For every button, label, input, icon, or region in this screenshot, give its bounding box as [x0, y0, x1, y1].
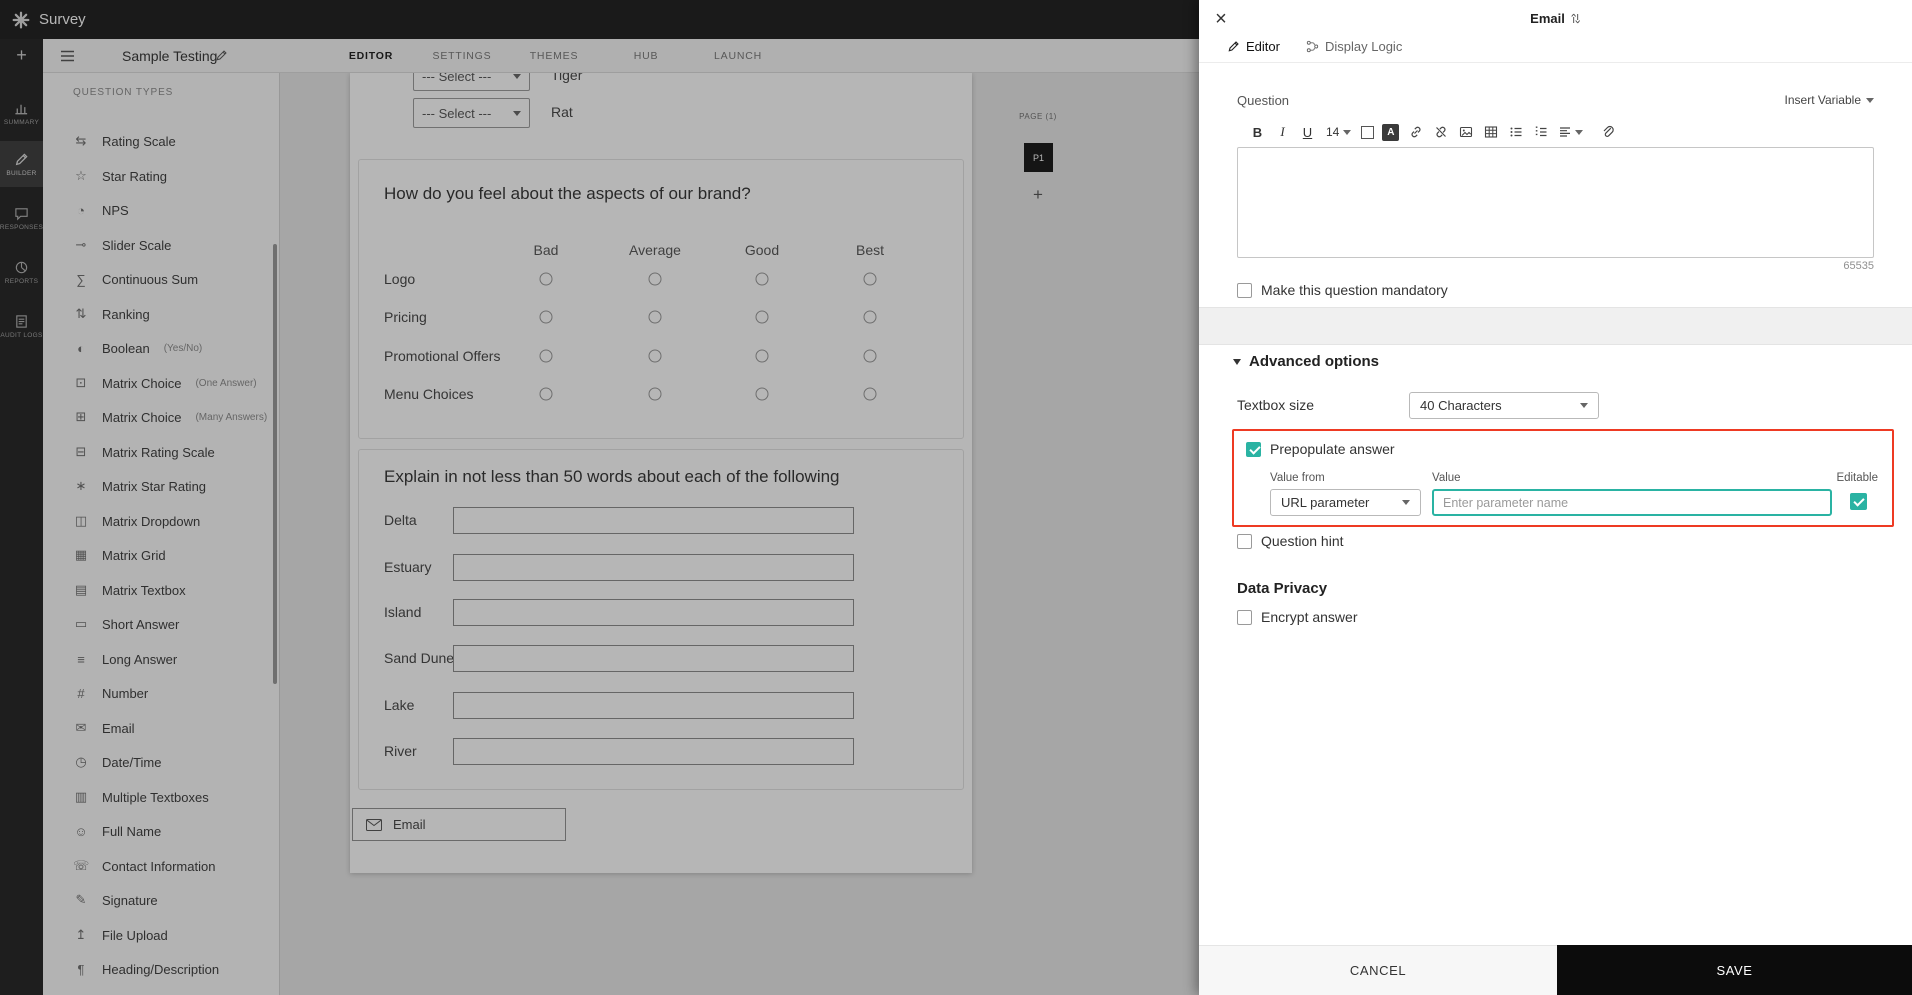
character-count: 65535 [1843, 260, 1874, 272]
text-color-button[interactable]: A [1382, 123, 1400, 141]
chevron-down-icon [1580, 403, 1588, 408]
insert-table-button[interactable] [1482, 122, 1499, 142]
cancel-button[interactable]: CANCEL [1199, 945, 1557, 995]
pencil-icon [1227, 40, 1240, 53]
chevron-down-icon [1402, 500, 1410, 505]
textbox-size-select[interactable]: 40 Characters [1409, 392, 1599, 419]
modal-dim-overlay [0, 0, 1199, 995]
question-hint-checkbox[interactable] [1237, 533, 1252, 549]
prepopulate-highlight-box: Prepopulate answer Value from Value Edit… [1232, 429, 1894, 527]
parameter-name-input[interactable] [1432, 489, 1832, 516]
advanced-options-toggle[interactable]: Advanced options [1233, 353, 1379, 370]
panel-title: Email [1530, 11, 1580, 26]
question-section-label: Question [1237, 93, 1290, 108]
underline-button[interactable]: U [1299, 122, 1316, 142]
tabs-divider [1199, 62, 1912, 63]
editable-column-label: Editable [1836, 472, 1878, 484]
close-icon[interactable]: × [1208, 6, 1234, 32]
numbered-list-button[interactable] [1532, 122, 1549, 142]
encrypt-answer-checkbox[interactable] [1237, 609, 1252, 625]
prepopulate-label: Prepopulate answer [1270, 441, 1395, 457]
question-hint-row[interactable]: Question hint [1237, 533, 1344, 549]
question-text-editor[interactable] [1237, 147, 1874, 258]
mandatory-label: Make this question mandatory [1261, 282, 1448, 298]
display-logic-icon [1306, 40, 1319, 53]
question-properties-panel: × Email Editor Display Logic Question In… [1199, 0, 1912, 995]
font-size-select[interactable]: 14 [1324, 125, 1353, 139]
chevron-down-icon [1866, 97, 1874, 103]
question-hint-label: Question hint [1261, 533, 1344, 549]
prepopulate-checkbox-row[interactable]: Prepopulate answer [1246, 441, 1395, 457]
bullet-list-button[interactable] [1507, 122, 1524, 142]
tab-display-logic[interactable]: Display Logic [1306, 39, 1402, 54]
insert-variable-button[interactable]: Insert Variable [1785, 93, 1874, 107]
bold-button[interactable]: B [1249, 122, 1266, 142]
chevron-down-icon [1574, 129, 1583, 135]
value-from-column-label: Value from [1270, 472, 1325, 484]
save-button[interactable]: SAVE [1557, 945, 1912, 995]
prepopulate-checkbox[interactable] [1246, 441, 1261, 457]
value-column-label: Value [1432, 472, 1461, 484]
data-privacy-heading: Data Privacy [1237, 580, 1328, 597]
chevron-down-icon [1343, 129, 1352, 135]
textbox-size-label: Textbox size [1237, 397, 1315, 413]
align-button[interactable] [1557, 122, 1583, 142]
mandatory-checkbox-row[interactable]: Make this question mandatory [1237, 282, 1448, 298]
chevron-down-icon [1233, 358, 1241, 365]
attachment-button[interactable] [1599, 122, 1616, 142]
insert-image-button[interactable] [1457, 122, 1474, 142]
insert-link-button[interactable] [1407, 122, 1424, 142]
editable-checkbox[interactable] [1850, 493, 1867, 510]
change-question-type-icon[interactable] [1570, 13, 1580, 24]
value-from-select[interactable]: URL parameter [1270, 489, 1421, 516]
tab-panel-editor[interactable]: Editor [1227, 39, 1280, 54]
encrypt-answer-row[interactable]: Encrypt answer [1237, 609, 1357, 625]
italic-button[interactable]: I [1274, 122, 1291, 142]
remove-link-button[interactable] [1432, 122, 1449, 142]
encrypt-answer-label: Encrypt answer [1261, 609, 1358, 625]
section-divider [1199, 307, 1912, 345]
app-root: Survey + SUMMARY BUILDER RESPONSES REPOR… [0, 0, 1912, 995]
mandatory-checkbox[interactable] [1237, 282, 1252, 298]
rich-text-toolbar: B I U 14 A [1249, 120, 1616, 144]
fill-color-button[interactable] [1361, 125, 1375, 139]
